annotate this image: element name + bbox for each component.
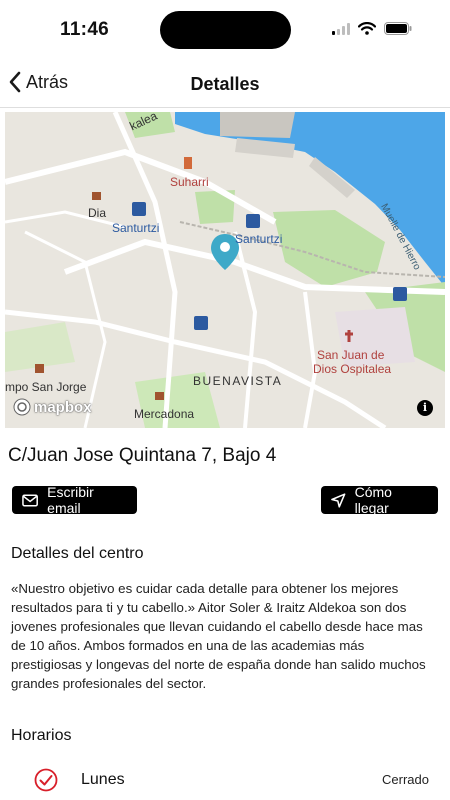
signal-icon xyxy=(332,22,350,35)
battery-icon xyxy=(384,22,412,35)
hours-title: Horarios xyxy=(11,727,72,744)
email-button-label: Escribir email xyxy=(47,484,94,516)
map-label-suharri: Suharri xyxy=(170,175,209,189)
mapbox-icon xyxy=(13,398,31,416)
wifi-icon xyxy=(358,22,376,35)
hours-value: Cerrado xyxy=(382,772,429,787)
directions-button[interactable]: Cómo llegar xyxy=(321,484,438,516)
page-title: Detalles xyxy=(190,74,260,94)
details-description: «Nuestro objetivo es cuidar cada detalle… xyxy=(11,581,426,691)
map-label-mercadona: Mercadona xyxy=(134,407,195,421)
envelope-icon xyxy=(22,494,38,506)
map-label-dia: Dia xyxy=(88,206,107,220)
map-label-santurtzi-station: Santurtzi xyxy=(235,232,283,246)
map-label-san-juan: San Juan de xyxy=(317,348,385,362)
check-circle-icon xyxy=(34,768,58,792)
map-label-buenavista: BUENAVISTA xyxy=(193,374,283,388)
hours-day: Lunes xyxy=(81,771,125,788)
dynamic-island xyxy=(160,11,291,49)
map-view[interactable]: kalea Suharri Dia Santurtzi Santurtzi Mu… xyxy=(5,112,445,428)
status-icons xyxy=(332,22,412,35)
map-label-dios-ospitalea: Dios Ospitalea xyxy=(313,362,392,376)
navigation-arrow-icon xyxy=(331,492,346,508)
mapbox-attribution: mapbox xyxy=(34,398,92,416)
status-time: 11:46 xyxy=(60,19,110,40)
map-label-santurtzi: Santurtzi xyxy=(112,221,160,235)
hours-row: Lunes Cerrado xyxy=(0,764,450,796)
map-label-campo: mpo San Jorge xyxy=(5,380,87,394)
address-text: C/Juan Jose Quintana 7, Bajo 4 xyxy=(8,445,277,466)
status-bar: 11:46 xyxy=(0,0,450,56)
details-title: Detalles del centro xyxy=(11,545,144,562)
email-button[interactable]: Escribir email xyxy=(12,484,137,516)
map-info-button[interactable]: i xyxy=(417,400,433,416)
mapbox-logo[interactable]: mapbox xyxy=(13,398,92,416)
directions-button-label: Cómo llegar xyxy=(354,484,392,516)
navigation-bar: Atrás Detalles xyxy=(0,58,450,108)
